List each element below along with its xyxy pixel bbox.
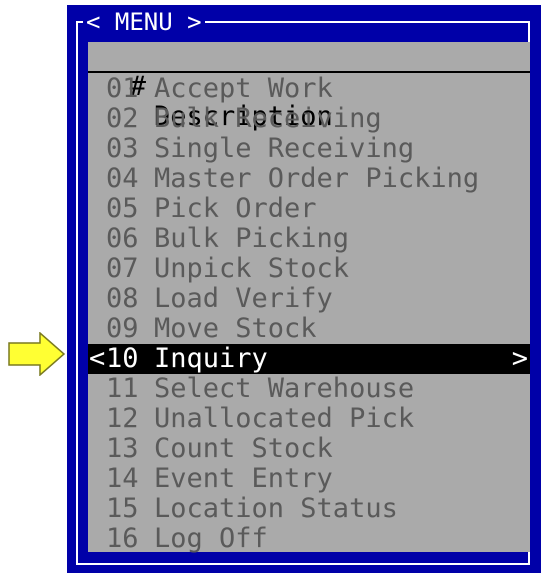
menu-item[interactable]: 07 Unpick Stock: [88, 254, 530, 284]
menu-item-label: Pick Order: [154, 193, 317, 224]
menu-item-number: 16: [106, 523, 139, 554]
menu-item[interactable]: 06 Bulk Picking: [88, 224, 530, 254]
menu-item-number: 05: [106, 193, 139, 224]
menu-item-number: 11: [106, 373, 139, 404]
menu-item[interactable]: <10 Inquiry >: [88, 344, 530, 374]
menu-item[interactable]: 04 Master Order Picking: [88, 164, 530, 194]
menu-item-label: Event Entry: [154, 463, 333, 494]
menu-item-number: 12: [106, 403, 139, 434]
menu-item-label: Load Verify: [154, 283, 333, 314]
menu-item-label: Count Stock: [154, 433, 333, 464]
menu-item-label: Single Receiving: [154, 133, 415, 164]
menu-item[interactable]: 13 Count Stock: [88, 434, 530, 464]
menu-item-label: Unallocated Pick: [154, 403, 415, 434]
menu-item[interactable]: 01 Accept Work: [88, 74, 530, 104]
menu-item[interactable]: 14 Event Entry: [88, 464, 530, 494]
menu-item-label: Bulk Receiving: [154, 103, 382, 134]
menu-item[interactable]: 11 Select Warehouse: [88, 374, 530, 404]
menu-item-label: Move Stock: [154, 313, 317, 344]
menu-item-label: Select Warehouse: [154, 373, 415, 404]
menu-item[interactable]: 09 Move Stock: [88, 314, 530, 344]
menu-item-number: 02: [106, 103, 139, 134]
menu-item-number: 14: [106, 463, 139, 494]
menu-title: < MENU >: [83, 10, 205, 34]
menu-item-number: 08: [106, 283, 139, 314]
menu-item-number: 15: [106, 493, 139, 524]
selection-marker-right: >: [511, 343, 528, 374]
menu-item[interactable]: 05 Pick Order: [88, 194, 530, 224]
menu-item-label: Accept Work: [154, 73, 333, 104]
menu-panel: # Description 01 Accept Work 02 Bulk Receiv…: [88, 42, 530, 554]
menu-item-label: Unpick Stock: [154, 253, 350, 284]
menu-item[interactable]: 15 Location Status: [88, 494, 530, 524]
right-arrow-icon: [8, 332, 66, 376]
menu-item[interactable]: 03 Single Receiving: [88, 134, 530, 164]
menu-item-number: 09: [106, 313, 139, 344]
menu-item[interactable]: 16 Log Off: [88, 524, 530, 554]
menu-item-label: Inquiry: [154, 343, 268, 374]
menu-item-number: 04: [106, 163, 139, 194]
menu-item[interactable]: 12 Unallocated Pick: [88, 404, 530, 434]
menu-item-number: 13: [106, 433, 139, 464]
menu-item-number: 10: [106, 343, 139, 374]
menu-item[interactable]: 08 Load Verify: [88, 284, 530, 314]
menu-item-number: 01: [106, 73, 139, 104]
menu-item-label: Log Off: [154, 523, 268, 554]
menu-item-number: 03: [106, 133, 139, 164]
menu-item-number: 07: [106, 253, 139, 284]
menu-item-number: 06: [106, 223, 139, 254]
menu-header: # Description: [88, 42, 530, 132]
menu-item-label: Master Order Picking: [154, 163, 480, 194]
menu-item-label: Location Status: [154, 493, 398, 524]
menu-item-label: Bulk Picking: [154, 223, 350, 254]
menu-window: < MENU > # Description 01 Accept Work 02 Bu…: [67, 5, 541, 573]
menu-item[interactable]: 02 Bulk Receiving: [88, 104, 530, 134]
selection-marker-left: <: [89, 343, 106, 374]
